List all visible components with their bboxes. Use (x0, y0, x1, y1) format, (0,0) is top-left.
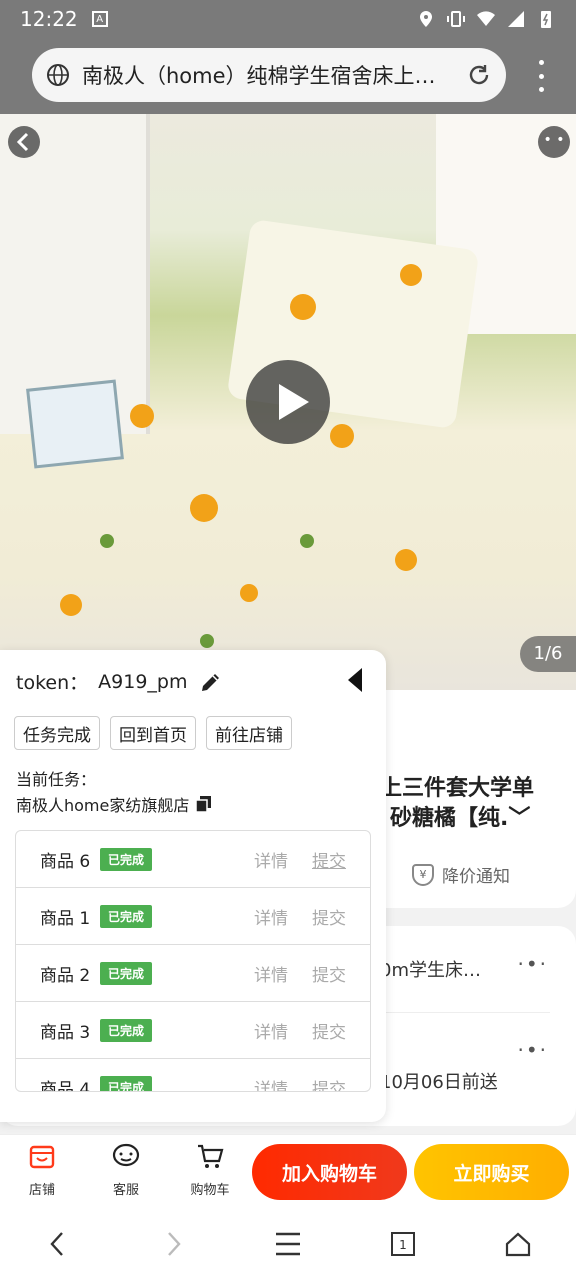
collapse-panel-icon[interactable] (346, 666, 364, 694)
task-name: 商品 1 (40, 908, 91, 929)
notification-a-icon: A (91, 11, 108, 27)
task-name: 商品 6 (40, 851, 91, 872)
task-detail-link[interactable]: 详情 (254, 1018, 288, 1043)
task-submit-link[interactable]: 提交 (312, 961, 346, 986)
status-badge: 已完成 (100, 904, 153, 928)
address-bar[interactable]: 南极人（home）纯棉学生宿舍床上… (32, 48, 506, 102)
status-badge: 已完成 (100, 847, 153, 871)
task-detail-link[interactable]: 详情 (254, 961, 288, 986)
cart-tab[interactable]: 购物车 (180, 1141, 240, 1198)
status-bar: 12:22 A (0, 0, 576, 38)
token-label: token： (16, 672, 89, 694)
service-label: 客服 (112, 1183, 139, 1198)
browser-menu-icon[interactable] (536, 60, 546, 92)
store-icon (29, 1145, 55, 1169)
customer-service-icon (112, 1143, 140, 1167)
task-row: 商品 3 已完成 详情 提交 (16, 1002, 370, 1059)
edit-pencil-icon[interactable] (199, 670, 223, 694)
task-row: 商品 4 已完成 详情 提交 (16, 1059, 370, 1092)
spec-more-icon[interactable]: ·•· (517, 952, 548, 976)
nav-forward-icon[interactable] (153, 1224, 193, 1264)
add-to-cart-button[interactable]: 加入购物车 (252, 1144, 407, 1200)
product-title-line1: 上三件套大学单 (380, 776, 535, 801)
token-value: A919_pm (98, 670, 188, 693)
price-notice-button[interactable]: ¥ 降价通知 (412, 862, 510, 887)
back-arrow-icon[interactable] (8, 126, 40, 158)
task-complete-button[interactable]: 任务完成 (14, 716, 100, 750)
play-video-button[interactable] (246, 360, 330, 444)
more-options-icon[interactable]: • • (538, 126, 570, 158)
task-submit-link[interactable]: 提交 (312, 1018, 346, 1043)
task-list[interactable]: 商品 6 已完成 详情 提交 商品 1 已完成 详情 提交 商品 2 已完成 详… (15, 830, 371, 1092)
signal-icon (508, 11, 524, 27)
task-row: 商品 6 已完成 详情 提交 (16, 831, 370, 888)
product-title[interactable]: 上三件套大学单 砂糖橘【纯.﹀ (380, 774, 570, 834)
task-overlay-panel: token： A919_pm 任务完成 回到首页 前往店铺 当前任务： 南极人h… (0, 650, 386, 1122)
location-icon (420, 11, 432, 27)
product-image-gallery[interactable]: • • 1/6 (0, 114, 576, 690)
image-page-counter: 1/6 (520, 636, 576, 672)
status-badge: 已完成 (100, 1075, 153, 1091)
task-row: 商品 1 已完成 详情 提交 (16, 888, 370, 945)
buy-now-button[interactable]: 立即购买 (414, 1144, 569, 1200)
nav-tabs-icon[interactable]: 1 (383, 1224, 423, 1264)
back-home-button[interactable]: 回到首页 (110, 716, 196, 750)
browser-toolbar: 南极人（home）纯棉学生宿舍床上… (0, 38, 576, 114)
reload-icon[interactable] (466, 62, 492, 88)
price-notice-label: 降价通知 (442, 867, 510, 887)
task-submit-link[interactable]: 提交 (312, 904, 346, 929)
task-detail-link[interactable]: 详情 (254, 904, 288, 929)
task-submit-link[interactable]: 提交 (312, 1075, 346, 1092)
svg-text:1: 1 (399, 1238, 407, 1252)
nav-back-icon[interactable] (38, 1224, 78, 1264)
book-image-detail (26, 379, 124, 469)
task-row: 商品 2 已完成 详情 提交 (16, 945, 370, 1002)
go-store-button[interactable]: 前往店铺 (206, 716, 292, 750)
spec-divider (380, 1012, 550, 1013)
task-name: 商品 3 (40, 1022, 91, 1043)
shopping-cart-icon (198, 1144, 224, 1168)
delivery-more-icon[interactable]: ·•· (517, 1038, 548, 1062)
browser-navigation-bar: 1 (0, 1208, 576, 1280)
current-task-store: 南极人home家纺旗舰店 (16, 792, 213, 816)
panel-action-row: 任务完成 回到首页 前往店铺 (14, 716, 292, 750)
status-badge: 已完成 (100, 961, 153, 985)
task-store-name: 南极人home家纺旗舰店 (16, 796, 190, 815)
cart-label: 购物车 (190, 1183, 230, 1198)
nav-home-icon[interactable] (498, 1224, 538, 1264)
status-badge: 已完成 (100, 1018, 153, 1042)
globe-icon (47, 64, 69, 86)
task-detail-link[interactable]: 详情 (254, 1075, 288, 1092)
token-row: token： A919_pm (16, 668, 223, 695)
price-shield-icon: ¥ (412, 863, 434, 886)
store-label: 店铺 (28, 1183, 55, 1198)
task-detail-link[interactable]: 详情 (254, 847, 288, 872)
current-task-label: 当前任务： (16, 770, 97, 789)
task-name: 商品 2 (40, 965, 91, 986)
service-tab[interactable]: 客服 (96, 1141, 156, 1198)
copy-icon[interactable] (195, 795, 213, 813)
delivery-row[interactable]: 10月06日前送 (380, 1068, 550, 1094)
wifi-icon (477, 11, 495, 26)
status-time: 12:22 (20, 7, 78, 31)
nav-menu-icon[interactable] (268, 1224, 308, 1264)
bottom-action-bar: 店铺 客服 购物车 加入购物车 立即购买 (0, 1134, 576, 1208)
task-name: 商品 4 (40, 1079, 91, 1092)
page-title-url[interactable]: 南极人（home）纯棉学生宿舍床上… (82, 60, 452, 90)
store-tab[interactable]: 店铺 (12, 1141, 72, 1198)
battery-icon (541, 11, 551, 28)
product-title-line2: 砂糖橘【纯.﹀ (390, 806, 531, 831)
task-submit-link[interactable]: 提交 (312, 847, 346, 872)
vibrate-icon (447, 11, 465, 27)
